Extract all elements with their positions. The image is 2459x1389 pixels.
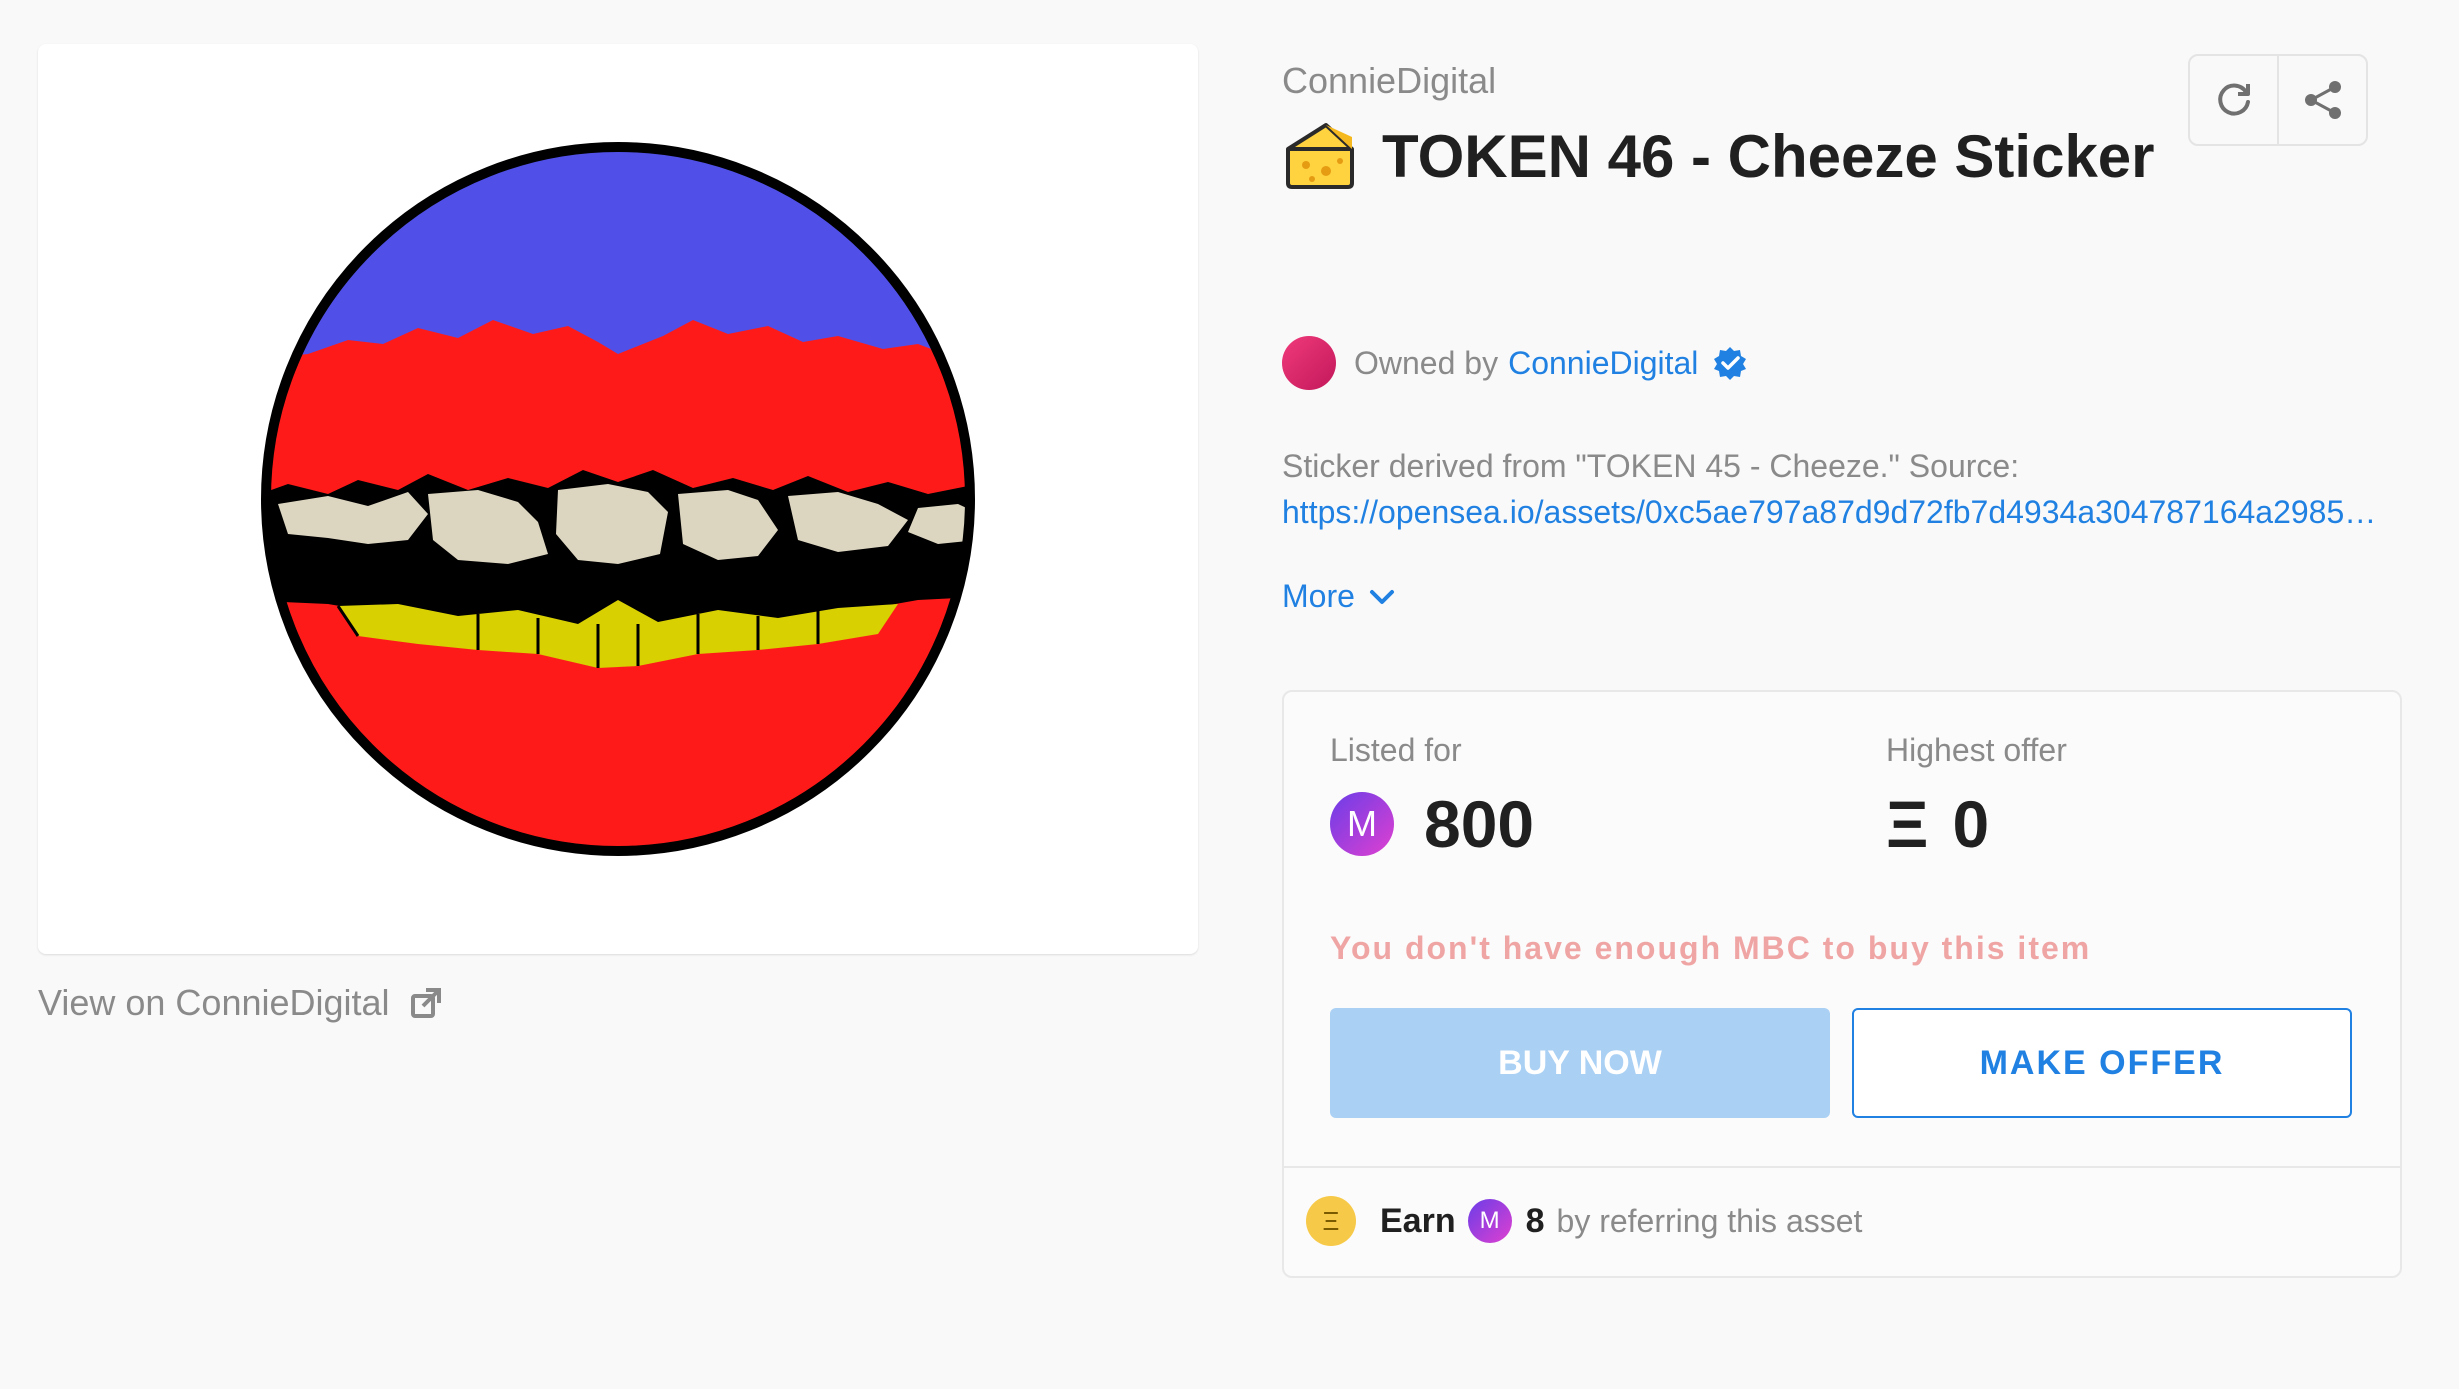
listed-price: M 800 [1330, 786, 1534, 862]
verified-badge-icon [1712, 345, 1748, 381]
collection-link[interactable]: ConnieDigital [1282, 60, 1496, 102]
chevron-down-icon [1369, 589, 1394, 604]
make-offer-button[interactable]: MAKE OFFER [1852, 1008, 2352, 1118]
owner-prefix: Owned by [1354, 344, 1499, 381]
view-on-link[interactable]: View on ConnieDigital [38, 982, 442, 1024]
asset-image-card[interactable] [38, 44, 1198, 954]
owner-avatar[interactable] [1282, 336, 1336, 390]
trade-panel: Listed for M 800 Highest offer Ξ 0 You d… [1282, 690, 2402, 1278]
referral-row: Ξ Earn M 8 by referring this asset [1306, 1196, 1862, 1246]
external-link-icon [410, 987, 442, 1019]
more-label: More [1282, 578, 1355, 614]
asset-actions [2188, 54, 2368, 146]
refresh-icon [2217, 83, 2250, 116]
share-icon [2304, 81, 2341, 119]
divider [1284, 1166, 2400, 1168]
owner-link[interactable]: ConnieDigital [1508, 345, 1698, 382]
asset-description: Sticker derived from "TOKEN 45 - Cheeze.… [1282, 448, 2020, 484]
referral-amount: 8 [1525, 1201, 1545, 1240]
highest-offer-value: 0 [1952, 787, 1990, 861]
view-on-label: View on ConnieDigital [38, 982, 390, 1023]
source-link[interactable]: https://opensea.io/assets/0xc5ae797a87d9… [1282, 494, 2394, 531]
refresh-button[interactable] [2190, 56, 2277, 144]
highest-offer-label: Highest offer [1886, 732, 2067, 768]
earn-label: Earn [1380, 1201, 1456, 1240]
mbc-coin-icon: M [1330, 792, 1394, 856]
highest-offer: Ξ 0 [1886, 786, 1989, 862]
listed-for-label: Listed for [1330, 732, 1462, 768]
asset-title: TOKEN 46 - Cheeze Sticker [1282, 110, 2182, 218]
referral-coin-icon: Ξ [1306, 1196, 1356, 1246]
owner-row: Owned by ConnieDigital [1282, 336, 1748, 390]
insufficient-funds-warning: You don't have enough MBC to buy this it… [1330, 930, 2092, 966]
more-button[interactable]: More [1282, 578, 1395, 615]
asset-title-text: TOKEN 46 - Cheeze Sticker [1382, 123, 2155, 190]
listed-price-value: 800 [1424, 787, 1535, 861]
mbc-coin-icon: M [1467, 1199, 1512, 1243]
sticker-image [261, 142, 975, 856]
share-button[interactable] [2277, 56, 2366, 144]
cheese-icon [1282, 119, 1358, 218]
eth-icon: Ξ [1886, 787, 1929, 861]
referral-suffix: by referring this asset [1556, 1202, 1863, 1239]
buy-now-button[interactable]: BUY NOW [1330, 1008, 1830, 1118]
